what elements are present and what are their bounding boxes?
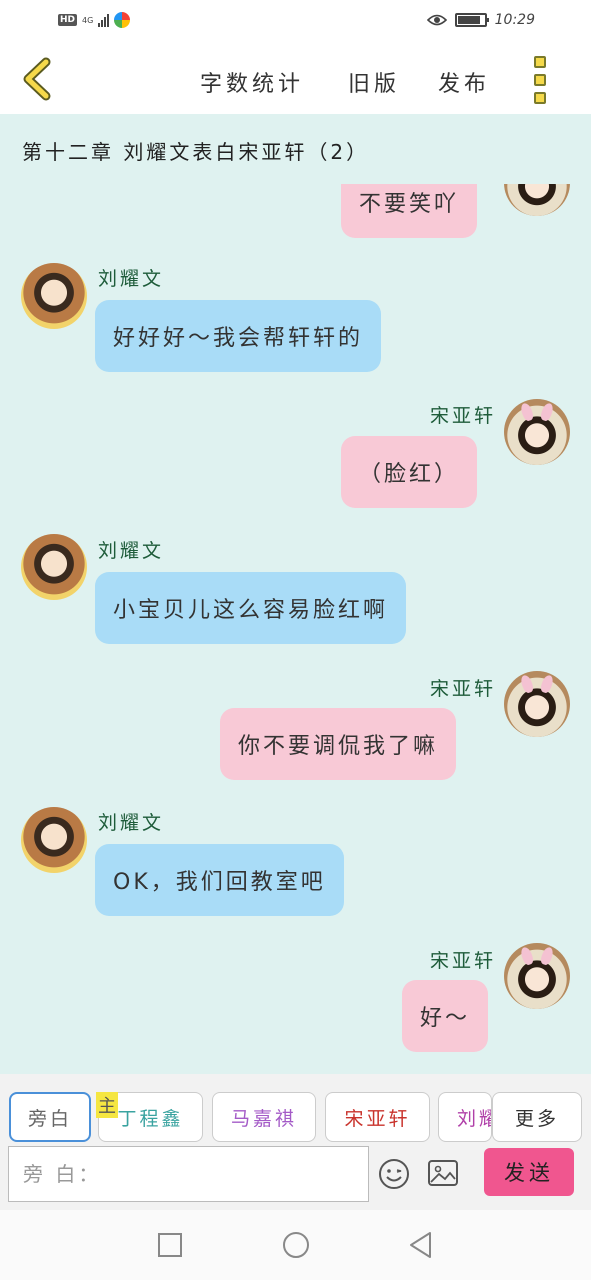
network-type: 4G: [82, 15, 94, 25]
sender-name: 刘耀文: [98, 540, 165, 562]
hd-badge: HD: [58, 14, 78, 26]
clock: 10:29: [494, 12, 535, 28]
old-version-button[interactable]: 旧版: [348, 66, 400, 98]
avatar-liu-yaowen[interactable]: [21, 807, 87, 873]
more-roles-button[interactable]: 更多: [492, 1092, 582, 1142]
chapter-title: 第十二章 刘耀文表白宋亚轩（2）: [22, 140, 370, 164]
chat-area[interactable]: 第十二章 刘耀文表白宋亚轩（2） 不要笑吖 刘耀文 好好好～我会帮轩轩的 宋亚轩…: [0, 114, 591, 1074]
sender-name: 宋亚轩: [429, 678, 496, 700]
signal-icon: [98, 13, 110, 27]
sender-name: 宋亚轩: [429, 950, 496, 972]
sender-name: 刘耀文: [98, 268, 165, 290]
role-song-yaxuan-button[interactable]: 宋亚轩: [325, 1092, 430, 1142]
system-nav-bar: [0, 1210, 591, 1280]
home-icon[interactable]: [281, 1230, 311, 1260]
input-row: 发送: [0, 1144, 591, 1210]
avatar-liu-yaowen[interactable]: [21, 263, 87, 329]
more-menu-icon[interactable]: [534, 56, 552, 104]
role-ma-jiaqi-button[interactable]: 马嘉祺: [212, 1092, 316, 1142]
message-input[interactable]: [8, 1146, 369, 1202]
status-left: HD 4G: [58, 12, 131, 28]
role-narrator-button[interactable]: 旁白: [9, 1092, 91, 1142]
status-bar: HD 4G 10:29: [0, 0, 591, 46]
sender-name: 宋亚轩: [429, 405, 496, 427]
top-toolbar: 字数统计 旧版 发布: [0, 46, 591, 114]
status-right: 10:29: [426, 12, 535, 28]
message-bubble[interactable]: 小宝贝儿这么容易脸红啊: [95, 572, 407, 644]
publish-button[interactable]: 发布: [438, 66, 490, 98]
back-arrow-icon[interactable]: [18, 56, 62, 102]
message-bubble[interactable]: 好好好～我会帮轩轩的: [95, 300, 382, 372]
send-button[interactable]: 发送: [484, 1148, 574, 1196]
back-nav-icon[interactable]: [406, 1230, 436, 1260]
role-liu-yaowen-button[interactable]: 刘耀文: [438, 1092, 492, 1142]
recent-apps-icon[interactable]: [155, 1230, 185, 1260]
message-bubble[interactable]: OK，我们回教室吧: [95, 844, 344, 916]
image-icon[interactable]: [428, 1160, 458, 1186]
main-role-tag: 主: [96, 1092, 118, 1118]
battery-icon: [454, 13, 489, 27]
chapter-header: 第十二章 刘耀文表白宋亚轩（2）: [0, 114, 591, 184]
message-bubble[interactable]: （脸红）: [341, 436, 478, 508]
emoji-icon[interactable]: [378, 1158, 410, 1190]
message-bubble[interactable]: 你不要调侃我了嘛: [220, 708, 457, 780]
avatar-song-yaxuan[interactable]: [504, 671, 570, 737]
eye-comfort-icon: [426, 14, 447, 26]
avatar-song-yaxuan[interactable]: [504, 399, 570, 465]
message-bubble[interactable]: 好～: [402, 980, 489, 1052]
role-selector: 旁白 主 丁程鑫 马嘉祺 宋亚轩 刘耀文 更多: [0, 1074, 591, 1144]
sender-name: 刘耀文: [98, 812, 165, 834]
avatar-liu-yaowen[interactable]: [21, 534, 87, 600]
app-notification-icon: [114, 12, 131, 28]
word-count-button[interactable]: 字数统计: [200, 66, 304, 98]
avatar-song-yaxuan[interactable]: [504, 943, 570, 1009]
